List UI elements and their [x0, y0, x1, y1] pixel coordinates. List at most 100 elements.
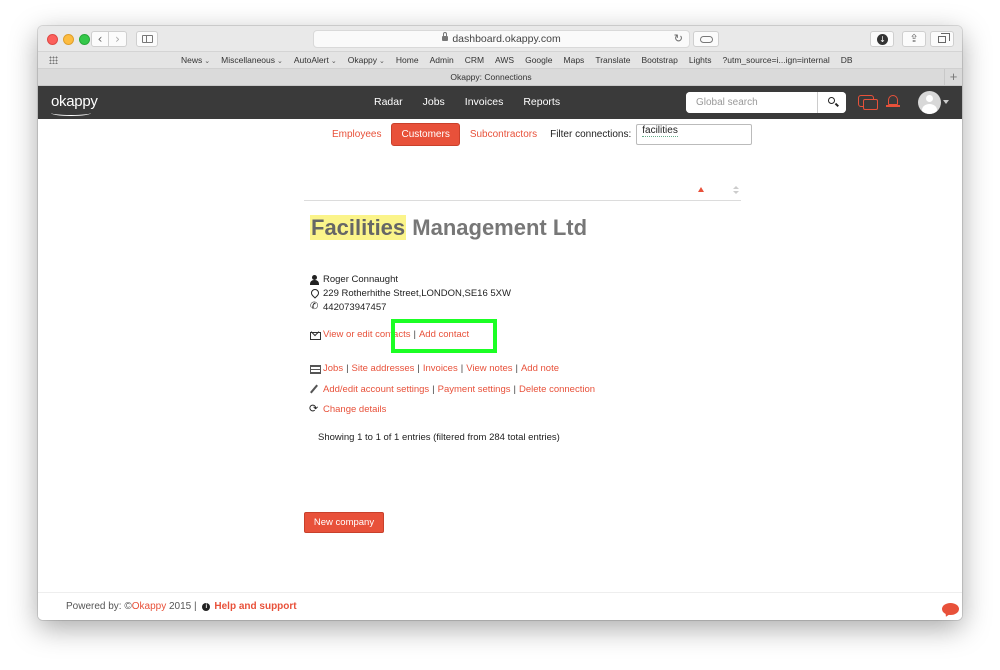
add-note-link[interactable]: Add note — [521, 363, 559, 374]
footer-year: 2015 | — [166, 601, 200, 612]
bookmark-label: Google — [525, 55, 553, 65]
nav-radar[interactable]: Radar — [374, 96, 403, 108]
jobs-link[interactable]: Jobs — [323, 363, 343, 374]
new-company-button[interactable]: New company — [304, 512, 384, 533]
downloads-button[interactable]: ↓ — [870, 31, 894, 47]
payment-settings-link[interactable]: Payment settings — [438, 384, 511, 395]
bookmark-label: ?utm_source=i...ign=internal — [722, 55, 830, 65]
bookmark-item[interactable]: Maps — [564, 55, 585, 65]
notifications-icon[interactable] — [886, 94, 900, 108]
tab-subcontractors[interactable]: Subcontractors — [461, 124, 546, 145]
chat-bubble-icon[interactable] — [942, 603, 959, 615]
filter-connections-label: Filter connections: — [550, 129, 632, 140]
chevron-down-icon: ⌄ — [204, 58, 211, 65]
global-search — [686, 92, 846, 113]
phone-row: 442073947457 — [310, 301, 386, 314]
contact-name-row: Roger Connaught — [310, 274, 398, 285]
minimize-window-button[interactable] — [63, 34, 74, 45]
bookmark-item[interactable]: Google — [525, 55, 552, 65]
account-settings-link[interactable]: Add/edit account settings — [323, 384, 429, 395]
delete-connection-link[interactable]: Delete connection — [519, 384, 595, 395]
company-name-rest: Management Ltd — [406, 215, 588, 240]
table-info: Showing 1 to 1 of 1 entries (filtered fr… — [318, 432, 560, 443]
tab-bar: Okappy: Connections + — [38, 69, 962, 86]
user-icon — [310, 274, 320, 285]
table-header — [304, 179, 741, 201]
main-nav: Radar Jobs Invoices Reports — [374, 96, 580, 108]
bookmark-item[interactable]: ?utm_source=i...ign=internal — [723, 55, 830, 65]
change-details-row: Change details — [309, 402, 386, 416]
company-name[interactable]: Facilities Management Ltd — [310, 215, 587, 241]
chevron-down-icon: ⌄ — [330, 58, 337, 65]
page-footer: Powered by: © Okappy 2015 | i Help and s… — [38, 592, 962, 620]
invoices-link[interactable]: Invoices — [423, 363, 458, 374]
reload-icon[interactable]: ↻ — [674, 32, 683, 45]
search-button[interactable] — [817, 92, 846, 113]
bookmark-item[interactable]: Admin — [430, 55, 454, 65]
browser-toolbar: ‹ › dashboard.okappy.com ↻ ↓ ⇪ — [38, 26, 962, 52]
bookmark-item[interactable]: News ⌄ — [181, 55, 210, 65]
site-addresses-link[interactable]: Site addresses — [352, 363, 415, 374]
tabs-icon — [938, 33, 950, 43]
back-button[interactable]: ‹ — [91, 31, 109, 47]
bookmark-label: News — [181, 55, 203, 65]
icloud-tabs-button[interactable] — [693, 31, 719, 47]
address-row: 229 Rotherhithe Street,LONDON,SE16 5XW — [310, 288, 511, 299]
address-bar[interactable]: dashboard.okappy.com ↻ — [313, 30, 690, 48]
bookmark-item[interactable]: Translate — [595, 55, 630, 65]
nav-jobs[interactable]: Jobs — [423, 96, 445, 108]
bookmark-item[interactable]: Home — [396, 55, 419, 65]
bookmark-label: Admin — [429, 55, 454, 65]
company-name-match: Facilities — [310, 215, 407, 240]
bookmark-item[interactable]: AutoAlert ⌄ — [294, 55, 337, 65]
bookmark-item[interactable]: AWS — [495, 55, 514, 65]
tab-employees[interactable]: Employees — [323, 124, 390, 145]
bookmarks-list: News ⌄ Miscellaneous ⌄ AutoAlert ⌄ Okappy ⌄ Home… — [181, 55, 864, 65]
app-navbar: okappy Radar Jobs Invoices Reports — [38, 86, 962, 119]
sort-ascending-icon[interactable] — [698, 187, 704, 192]
bookmark-item[interactable]: Miscellaneous ⌄ — [221, 55, 283, 65]
view-notes-link[interactable]: View notes — [466, 363, 512, 374]
share-button[interactable]: ⇪ — [902, 31, 926, 47]
bookmarks-bar: News ⌄ Miscellaneous ⌄ AutoAlert ⌄ Okappy ⌄ Home… — [38, 52, 962, 69]
sort-icon[interactable] — [733, 186, 739, 195]
bookmark-item[interactable]: Lights — [689, 55, 712, 65]
nav-invoices[interactable]: Invoices — [465, 96, 504, 108]
tab-customers[interactable]: Customers — [391, 123, 460, 146]
nav-reports[interactable]: Reports — [523, 96, 560, 108]
okappy-logo[interactable]: okappy — [51, 93, 98, 110]
cloud-icon — [700, 36, 713, 43]
chevron-down-icon[interactable] — [943, 100, 949, 104]
favorites-grid-icon[interactable] — [49, 56, 58, 64]
annotation-highlight-box — [391, 319, 497, 353]
tab-title[interactable]: Okappy: Connections — [38, 72, 944, 82]
new-tab-button[interactable]: + — [944, 69, 962, 85]
help-and-support-link[interactable]: Help and support — [214, 601, 296, 612]
messages-icon[interactable] — [858, 95, 878, 110]
download-icon: ↓ — [877, 34, 888, 45]
table-icon — [310, 364, 321, 374]
chevron-down-icon: ⌄ — [379, 58, 385, 65]
forward-button[interactable]: › — [109, 31, 127, 47]
bookmark-label: CRM — [464, 55, 485, 65]
phone-icon — [310, 301, 320, 313]
chevron-down-icon: ⌄ — [277, 58, 283, 65]
change-details-link[interactable]: Change details — [323, 404, 386, 415]
show-tabs-button[interactable] — [930, 31, 954, 47]
bookmark-item[interactable]: Bootstrap — [641, 55, 677, 65]
bookmark-item[interactable]: CRM — [465, 55, 484, 65]
bookmark-item[interactable]: DB — [841, 55, 853, 65]
bookmark-item[interactable]: Okappy ⌄ — [348, 55, 385, 65]
avatar[interactable] — [918, 91, 941, 114]
address-bar-url: dashboard.okappy.com — [452, 33, 561, 45]
filter-connections-input[interactable]: facilities — [636, 124, 753, 145]
close-window-button[interactable] — [47, 34, 58, 45]
connection-filter-row: Employees Customers Subcontractors Filte… — [323, 123, 753, 146]
global-search-input[interactable] — [686, 92, 817, 113]
company-address: 229 Rotherhithe Street,LONDON,SE16 5XW — [323, 288, 511, 299]
lock-icon — [442, 32, 449, 41]
zoom-window-button[interactable] — [79, 34, 90, 45]
okappy-footer-link[interactable]: Okappy — [132, 601, 166, 612]
sidebar-toggle-button[interactable] — [136, 31, 158, 47]
pencil-icon — [310, 385, 320, 395]
